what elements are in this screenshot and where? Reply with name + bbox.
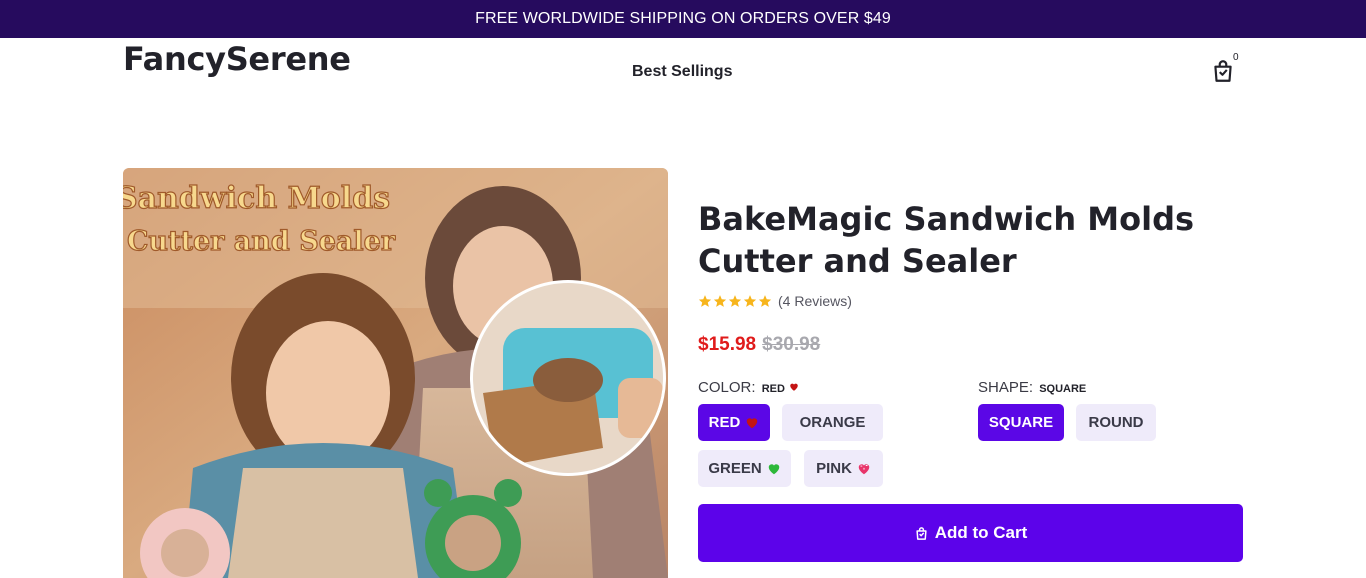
sale-price: $15.98 [698, 334, 757, 355]
color-option-orange[interactable]: ORANGE [782, 404, 883, 441]
announcement-bar: FREE WORLDWIDE SHIPPING ON ORDERS OVER $… [0, 0, 1366, 38]
color-option-pink[interactable]: PINK [804, 450, 883, 487]
cart-count: 0 [1233, 52, 1239, 63]
star-icon [758, 295, 772, 307]
compare-price: $30.98 [762, 334, 821, 355]
color-option-green[interactable]: GREEN [698, 450, 791, 487]
price-row: $15.98 $30.98 [698, 334, 820, 356]
star-icon [713, 295, 727, 307]
color-option-red[interactable]: RED [698, 404, 770, 441]
site-logo[interactable]: FancySerene [123, 40, 351, 78]
heart-pink-icon [858, 463, 870, 474]
selected-shape: SQUARE [1039, 383, 1087, 395]
chip-label: PINK [816, 460, 852, 477]
announcement-text: FREE WORLDWIDE SHIPPING ON ORDERS OVER $… [475, 10, 891, 27]
color-label-text: COLOR: [698, 379, 756, 396]
color-option-label: COLOR: RED [698, 379, 799, 396]
star-rating [698, 294, 772, 308]
image-caption-line2: Cutter and Sealer [127, 226, 396, 257]
heart-red-icon [790, 383, 798, 391]
heart-green-icon [768, 463, 779, 474]
nav-best-sellings[interactable]: Best Sellings [632, 63, 732, 81]
product-photo: Sandwich Molds Cutter and Sealer [123, 168, 668, 578]
star-icon [728, 295, 742, 307]
selected-color: RED [761, 383, 785, 395]
product-title: BakeMagic Sandwich Molds Cutter and Seal… [698, 200, 1195, 280]
chip-label: ROUND [1088, 414, 1144, 431]
chip-label: RED [708, 414, 741, 431]
chip-label: ORANGE [799, 414, 866, 431]
product-rating[interactable]: (4 Reviews) [698, 293, 852, 309]
image-caption-line1: Sandwich Molds [123, 181, 390, 216]
shape-option-label: SHAPE: SQUARE [978, 379, 1086, 396]
reviews-count[interactable]: (4 Reviews) [778, 293, 852, 309]
add-to-cart-button[interactable]: Add to Cart [698, 504, 1243, 562]
product-image[interactable]: Sandwich Molds Cutter and Sealer [123, 168, 668, 578]
heart-red-icon [747, 417, 758, 428]
chip-label: SQUARE [988, 414, 1054, 431]
shopping-bag-icon [916, 526, 927, 540]
chip-label: GREEN [708, 460, 762, 477]
star-icon [743, 295, 757, 307]
shape-option-round[interactable]: ROUND [1076, 404, 1156, 441]
add-to-cart-label: Add to Cart [934, 523, 1028, 542]
star-icon [698, 295, 712, 307]
shape-label-text: SHAPE: [978, 379, 1034, 396]
shape-option-square[interactable]: SQUARE [978, 404, 1064, 441]
